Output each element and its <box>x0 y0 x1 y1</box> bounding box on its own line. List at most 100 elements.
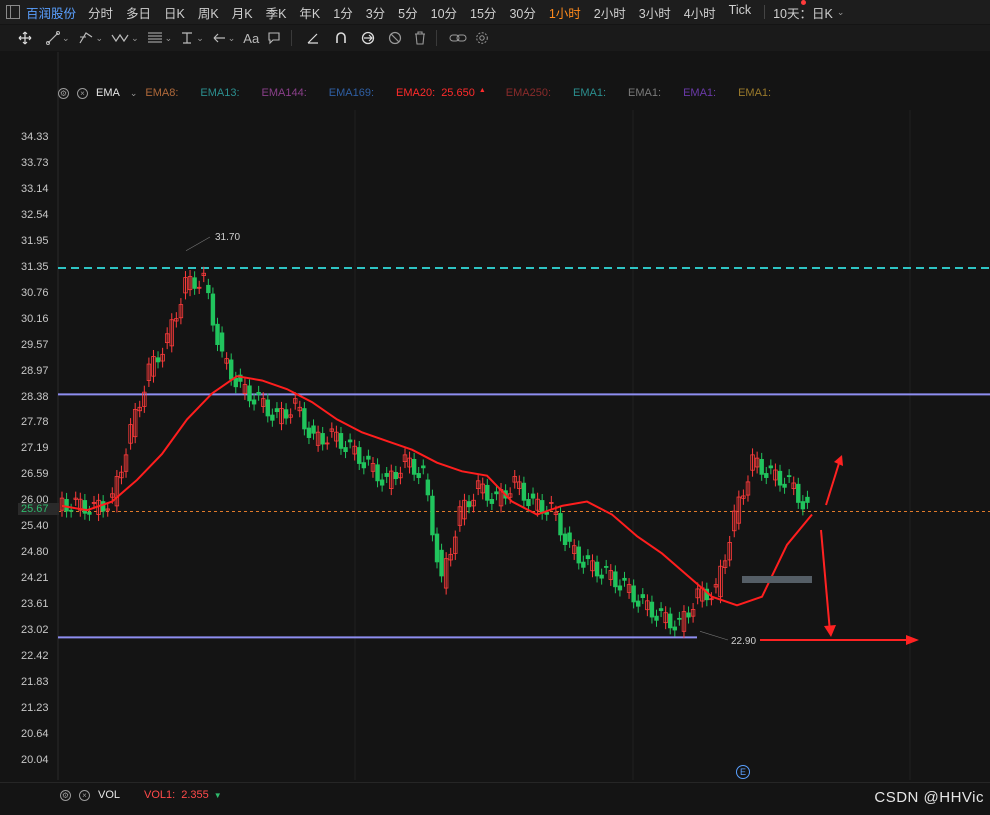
price-axis-label: 28.97 <box>21 364 49 377</box>
fib-icon[interactable]: ⌄ <box>147 28 172 48</box>
high-price-label: 31.70 <box>215 232 240 243</box>
settings-icon[interactable] <box>475 28 489 48</box>
candle-body <box>357 447 362 464</box>
magnet-icon[interactable] <box>334 28 348 48</box>
timeframe-bar: 百润股份 分时 多日 日K 周K 月K 季K 年K 1分 3分 5分 10分 15分 30分 1小时 2小时… <box>0 0 990 24</box>
candle-body <box>302 408 307 430</box>
candle-body <box>87 511 92 515</box>
timeframe-2[interactable]: 日K <box>164 3 185 22</box>
timeframe-9[interactable]: 5分 <box>398 3 417 22</box>
candle-body <box>581 561 586 568</box>
candle-body <box>233 377 238 388</box>
hide-icon[interactable] <box>388 28 402 48</box>
candle-body <box>759 459 764 475</box>
candle-body <box>375 464 380 482</box>
volume-value: 2.355 <box>181 789 209 801</box>
ema-legend-item: EMA1: <box>573 87 607 99</box>
timeframe-3[interactable]: 周K <box>198 3 219 22</box>
timeframe-5[interactable]: 季K <box>266 3 287 22</box>
candle-body <box>247 385 252 402</box>
price-axis-label: 30.76 <box>21 286 49 299</box>
candle-body <box>786 475 792 478</box>
candle-body <box>393 471 399 480</box>
candle-body <box>805 496 810 503</box>
timeframe-15[interactable]: 3小时 <box>639 3 671 22</box>
price-axis-label: 34.33 <box>21 131 49 143</box>
font-icon[interactable]: Aa <box>243 28 259 48</box>
candle-body <box>347 439 353 443</box>
timeframe-11[interactable]: 15分 <box>470 3 496 22</box>
settings-icon[interactable]: ⚙ <box>58 87 69 99</box>
ema-legend-item: EMA250: <box>505 87 552 99</box>
price-axis-label: 25.40 <box>21 520 49 533</box>
price-axis-label: 32.54 <box>21 208 49 221</box>
candle-body <box>425 479 431 496</box>
timeframe-7[interactable]: 1分 <box>333 3 352 22</box>
candle-body <box>229 359 234 380</box>
line-icon[interactable]: ⌄ <box>46 28 70 48</box>
candle-body <box>796 483 801 503</box>
candle-body <box>604 566 609 568</box>
candle-body <box>494 491 499 495</box>
sync-icon[interactable] <box>360 28 376 48</box>
indicator-name[interactable]: EMA <box>96 87 120 99</box>
panel-toggle-icon[interactable] <box>6 5 20 19</box>
comment-icon[interactable] <box>267 28 281 48</box>
chevron-down-icon[interactable]: ⌄ <box>130 88 138 99</box>
timeframe-10[interactable]: 10分 <box>431 3 457 22</box>
close-icon[interactable]: × <box>79 789 90 801</box>
candle-body <box>430 495 435 536</box>
range-selector[interactable]: 10天：日K <box>773 3 833 22</box>
price-axis-label: 30.16 <box>21 312 49 325</box>
timeframe-12[interactable]: 30分 <box>509 3 535 22</box>
close-icon[interactable]: × <box>77 87 88 99</box>
candle-body <box>567 532 572 542</box>
channel-icon[interactable]: ⌄ <box>78 28 103 48</box>
price-axis-label: 24.21 <box>21 572 49 585</box>
price-axis-label: 33.14 <box>21 182 49 195</box>
candle-body <box>219 332 225 352</box>
timeframe-4[interactable]: 月K <box>232 3 253 22</box>
timeframe-13[interactable]: 1小时 <box>549 3 581 22</box>
timeframe-1[interactable]: 多日 <box>126 3 151 22</box>
low-price-label: 22.90 <box>731 636 756 647</box>
candle-body <box>274 408 280 413</box>
wave-icon[interactable]: ⌄ <box>111 28 139 48</box>
candle-body <box>251 399 257 405</box>
volume-label: VOL1: <box>144 789 176 801</box>
trash-icon[interactable] <box>414 28 426 48</box>
candle-body <box>585 555 591 560</box>
price-axis-label: 27.78 <box>21 416 49 429</box>
volume-name[interactable]: VOL <box>98 789 120 801</box>
consolidation-box <box>742 576 812 583</box>
timeframe-14[interactable]: 2小时 <box>594 3 626 22</box>
ema-legend: ⚙ × EMA ⌄ EMA8: EMA13: EMA144: EMA169: EMA20… <box>58 85 793 101</box>
text-anchor-icon[interactable]: ⌄ <box>180 28 204 48</box>
crosshair-icon[interactable] <box>18 28 32 48</box>
candle-body <box>155 357 161 363</box>
low-leader <box>699 631 729 641</box>
candle-body <box>599 574 604 579</box>
chevron-down-icon[interactable]: ⌄ <box>837 7 845 18</box>
candle-body <box>384 473 389 477</box>
timeframe-8[interactable]: 3分 <box>366 3 385 22</box>
divider <box>436 30 438 46</box>
arrow-icon[interactable]: ⌄ <box>212 28 235 48</box>
settings-icon[interactable]: ⚙ <box>60 789 71 801</box>
timeframe-16[interactable]: 4小时 <box>684 3 716 22</box>
event-marker-icon[interactable]: E <box>736 765 750 779</box>
link-icon[interactable] <box>449 28 467 48</box>
ruler-icon[interactable] <box>306 28 320 48</box>
stock-name[interactable]: 百润股份 <box>26 3 76 22</box>
candle-body <box>686 612 691 618</box>
candle-body <box>636 600 641 607</box>
timeframe-17[interactable]: Tick <box>729 3 751 22</box>
candle-body <box>265 399 270 417</box>
candlestick-chart[interactable]: 31.70 22.90 <box>0 52 990 782</box>
timeframe-0[interactable]: 分时 <box>88 3 113 22</box>
candle-body <box>306 427 312 438</box>
timeframe-6[interactable]: 年K <box>299 3 320 22</box>
candle-body <box>617 585 623 591</box>
arrow-up-icon: ▲ <box>478 87 486 94</box>
candle-body <box>366 455 371 460</box>
